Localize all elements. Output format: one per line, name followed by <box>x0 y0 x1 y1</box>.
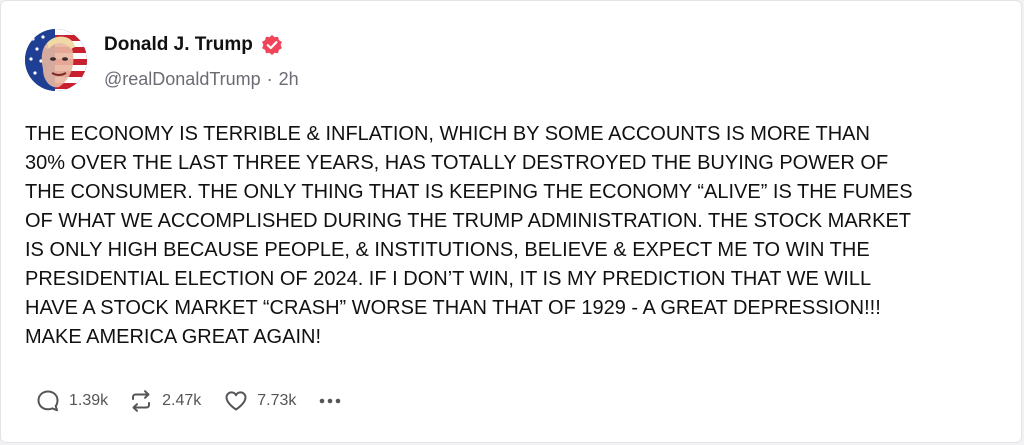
author-name[interactable]: Donald J. Trump <box>104 33 253 57</box>
retruth-button[interactable]: 2.47k <box>128 388 201 414</box>
post-body: THE ECONOMY IS TERRIBLE & INFLATION, WHI… <box>25 123 913 348</box>
post-timestamp[interactable]: 2h <box>279 69 299 89</box>
separator-dot: · <box>266 69 273 89</box>
post-card: Donald J. Trump @realDonaldTrump · 2h THE … <box>0 0 1022 443</box>
retruth-icon <box>128 388 154 414</box>
reply-button[interactable]: 1.39k <box>35 388 108 414</box>
like-button[interactable]: 7.73k <box>223 388 296 414</box>
more-icon <box>320 398 341 404</box>
author-handle[interactable]: @realDonaldTrump <box>104 69 261 89</box>
action-bar: 1.39k 2.47k 7.73k <box>35 386 344 416</box>
like-count: 7.73k <box>257 392 297 409</box>
retruth-count: 2.47k <box>162 392 202 409</box>
author-name-row: Donald J. Trump <box>104 33 283 57</box>
handle-line: @realDonaldTrump · 2h <box>104 68 299 90</box>
more-button[interactable] <box>316 388 344 414</box>
reply-count: 1.39k <box>69 392 109 409</box>
heart-icon <box>223 388 249 414</box>
verified-badge-icon <box>261 34 283 56</box>
avatar-image <box>25 29 87 91</box>
reply-icon <box>35 388 61 414</box>
avatar[interactable] <box>25 29 87 91</box>
